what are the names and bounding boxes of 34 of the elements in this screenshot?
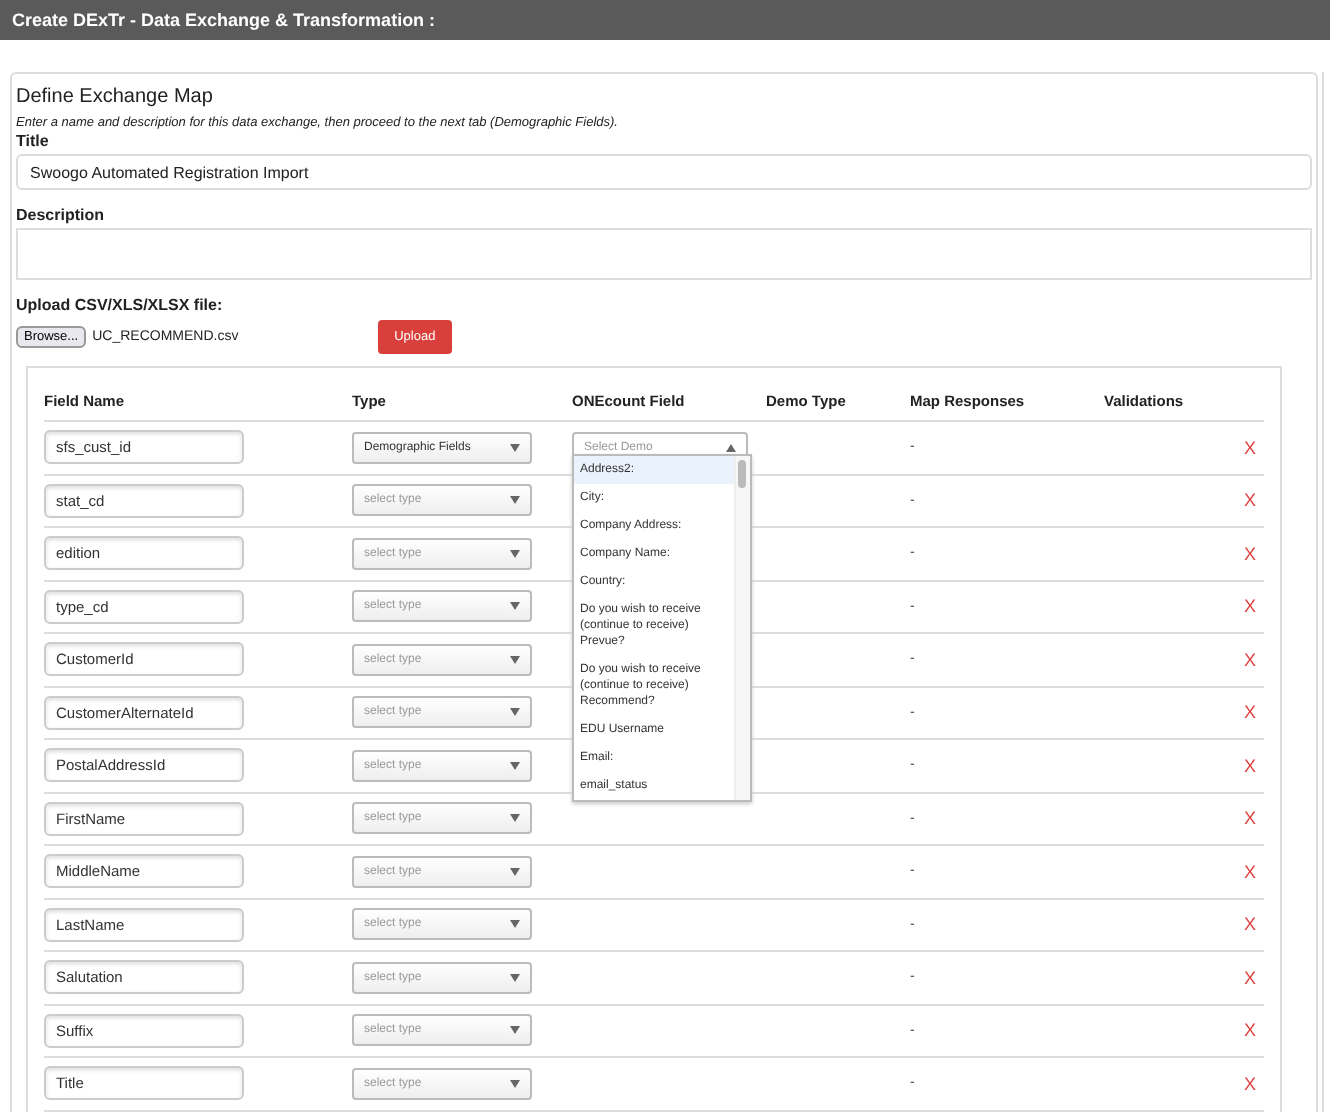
remove-button[interactable]: X [1244,490,1257,511]
caret-icon [510,1026,520,1035]
remove-button[interactable]: X [1244,543,1257,564]
remove-button[interactable]: X [1244,755,1257,776]
page-header: Create DExTr - Data Exchange & Transformation : [0,0,1330,40]
caret-icon [510,920,520,929]
upload-label: Upload CSV/XLS/XLSX file: [16,296,225,314]
remove-button[interactable]: X [1244,1073,1257,1094]
remove-button[interactable]: X [1244,649,1257,670]
caret-icon [510,973,520,982]
description-label: Description [16,206,107,224]
caret-icon [510,1079,520,1088]
remove-button[interactable]: X [1244,437,1257,458]
description-input[interactable] [16,228,1313,280]
caret-icon [510,655,520,664]
remove-button[interactable]: X [1244,596,1257,617]
caret-icon [510,602,520,611]
remove-button[interactable]: X [1244,967,1257,988]
caret-icon [510,549,520,558]
remove-button[interactable]: X [1244,808,1257,829]
scrollbar[interactable] [734,456,750,800]
remove-button[interactable]: X [1244,1020,1257,1041]
caret-icon [510,708,520,717]
caret-icon [510,814,520,823]
caret-icon [510,443,520,452]
remove-button[interactable]: X [1244,861,1257,882]
section-heading: Define Exchange Map [16,86,215,108]
caret-icon [510,496,520,505]
title-input[interactable]: Swoogo Automated Registration Import [16,154,1313,190]
remove-button[interactable]: X [1244,702,1257,723]
caret-icon [510,761,520,770]
caret-icon [510,867,520,876]
title-label: Title [16,132,51,150]
remove-button[interactable]: X [1244,914,1257,935]
